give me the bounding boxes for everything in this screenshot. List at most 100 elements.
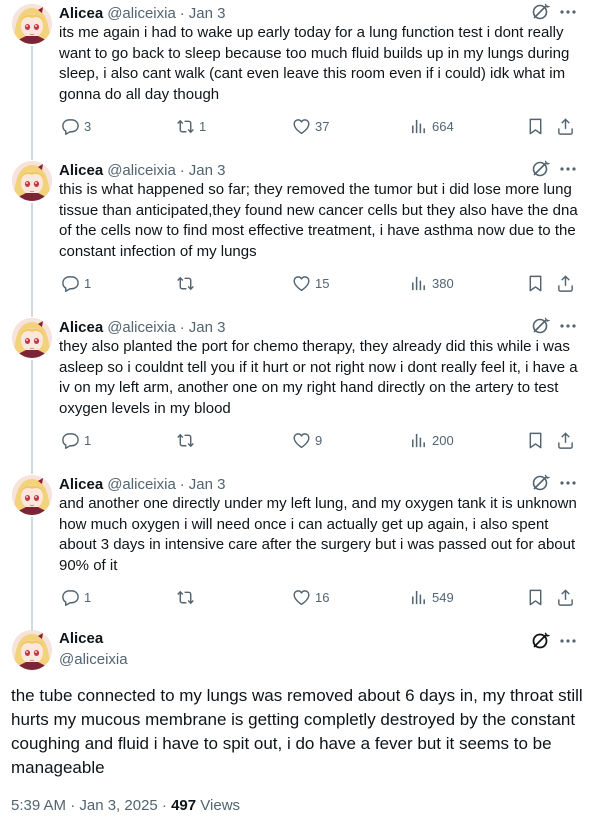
repost-icon [176, 588, 195, 607]
bookmark-button[interactable] [526, 116, 545, 136]
reply-button[interactable]: 1 [61, 430, 91, 450]
more-icon[interactable] [558, 159, 578, 179]
tweet[interactable]: Alicea @aliceixia · Jan 3 they also plan… [0, 314, 592, 471]
reply-button[interactable]: 3 [61, 116, 91, 136]
author-handle[interactable]: @aliceixia [107, 319, 176, 336]
views-count: 200 [432, 432, 454, 448]
reply-icon [61, 431, 80, 450]
share-button[interactable] [556, 116, 575, 136]
avatar[interactable] [12, 318, 52, 358]
tweet-text: and another one directly under my left l… [59, 495, 577, 574]
main-author-handle[interactable]: @aliceixia [59, 651, 128, 668]
repost-button[interactable] [176, 273, 199, 293]
tweet-date[interactable]: Jan 3 [189, 476, 226, 493]
main-avatar[interactable] [12, 630, 52, 670]
like-button[interactable]: 15 [292, 273, 329, 293]
like-button[interactable]: 16 [292, 587, 329, 607]
views-label: Views [196, 797, 241, 814]
author-name[interactable]: Alicea [59, 5, 103, 22]
author-name[interactable]: Alicea [59, 476, 103, 493]
repost-count: 1 [199, 118, 207, 134]
like-count: 37 [315, 118, 330, 134]
grok-icon[interactable] [530, 473, 550, 493]
views-icon [409, 274, 428, 293]
tweet-text: they also planted the port for chemo the… [59, 338, 578, 417]
like-icon [292, 117, 311, 136]
views-icon [409, 117, 428, 136]
more-icon[interactable] [558, 473, 578, 493]
share-icon [556, 431, 575, 450]
views-icon [409, 431, 428, 450]
share-button[interactable] [556, 587, 575, 607]
separator: · [179, 318, 185, 336]
grok-icon[interactable] [530, 159, 550, 179]
share-button[interactable] [556, 430, 575, 450]
more-icon[interactable] [558, 631, 578, 651]
main-tweet-text: the tube connected to my lungs was remov… [11, 686, 583, 777]
bookmark-icon [526, 431, 545, 450]
more-icon[interactable] [558, 316, 578, 336]
bookmark-icon [526, 588, 545, 607]
bookmark-button[interactable] [526, 430, 545, 450]
bookmark-button[interactable] [526, 587, 545, 607]
views-button[interactable]: 200 [409, 430, 454, 450]
reply-count: 3 [84, 118, 92, 134]
reply-count: 1 [84, 275, 92, 291]
repost-button[interactable] [176, 430, 199, 450]
avatar[interactable] [12, 161, 52, 201]
grok-icon[interactable] [530, 2, 550, 22]
bookmark-icon [526, 117, 545, 136]
repost-button[interactable]: 1 [176, 116, 206, 136]
views-button[interactable]: 549 [409, 587, 454, 607]
author-handle[interactable]: @aliceixia [107, 5, 176, 22]
separator: · [179, 475, 185, 493]
like-count: 9 [315, 432, 323, 448]
tweet-date[interactable]: Jan 3 [189, 162, 226, 179]
like-count: 16 [315, 589, 330, 605]
reply-button[interactable]: 1 [61, 273, 91, 293]
author-name[interactable]: Alicea [59, 319, 103, 336]
views-icon [409, 588, 428, 607]
tweet[interactable]: Alicea @aliceixia · Jan 3 its me again i… [0, 0, 592, 157]
tweet-text: this is what happened so far; they remov… [59, 181, 578, 260]
reply-count: 1 [84, 589, 92, 605]
avatar[interactable] [12, 475, 52, 515]
tweet[interactable]: Alicea @aliceixia · Jan 3 and another on… [0, 471, 592, 628]
reply-icon [61, 117, 80, 136]
bookmark-icon [526, 274, 545, 293]
tweet-timestamp[interactable]: 5:39 AM · Jan 3, 2025 · [11, 797, 171, 814]
separator: · [179, 4, 185, 22]
repost-icon [176, 274, 195, 293]
main-author-name[interactable]: Alicea [59, 630, 103, 647]
share-icon [556, 117, 575, 136]
more-icon[interactable] [558, 2, 578, 22]
bookmark-button[interactable] [526, 273, 545, 293]
avatar[interactable] [12, 4, 52, 44]
tweet[interactable]: Alicea @aliceixia · Jan 3 this is what h… [0, 157, 592, 314]
reply-icon [61, 274, 80, 293]
views-button[interactable]: 664 [409, 116, 454, 136]
grok-icon[interactable] [530, 631, 550, 651]
author-handle[interactable]: @aliceixia [107, 476, 176, 493]
views-count: 380 [432, 275, 454, 291]
tweet-date[interactable]: Jan 3 [189, 5, 226, 22]
like-button[interactable]: 9 [292, 430, 322, 450]
separator: · [179, 161, 185, 179]
like-icon [292, 431, 311, 450]
reply-button[interactable]: 1 [61, 587, 91, 607]
reply-icon [61, 588, 80, 607]
repost-button[interactable] [176, 587, 199, 607]
like-icon [292, 588, 311, 607]
tweet-text: its me again i had to wake up early toda… [59, 24, 570, 103]
author-name[interactable]: Alicea [59, 162, 103, 179]
like-count: 15 [315, 275, 330, 291]
views-total: 497 [171, 797, 197, 814]
author-handle[interactable]: @aliceixia [107, 162, 176, 179]
like-button[interactable]: 37 [292, 116, 329, 136]
tweet-date[interactable]: Jan 3 [189, 319, 226, 336]
repost-icon [176, 117, 195, 136]
views-button[interactable]: 380 [409, 273, 454, 293]
share-button[interactable] [556, 273, 575, 293]
views-count: 549 [432, 589, 454, 605]
grok-icon[interactable] [530, 316, 550, 336]
